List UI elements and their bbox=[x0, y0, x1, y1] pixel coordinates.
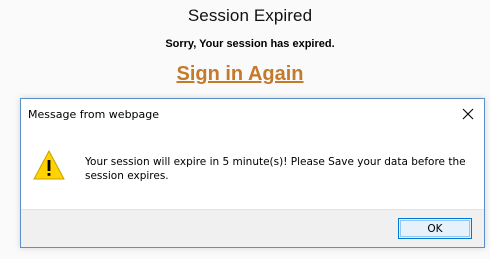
dialog-title: Message from webpage bbox=[28, 108, 160, 121]
dialog-footer: OK bbox=[21, 209, 484, 247]
warning-icon bbox=[33, 150, 65, 180]
message-dialog: Message from webpage Your session will e… bbox=[20, 98, 485, 248]
dialog-body: Your session will expire in 5 minute(s)!… bbox=[21, 129, 484, 211]
dialog-message: Your session will expire in 5 minute(s)!… bbox=[85, 156, 466, 182]
close-icon bbox=[462, 108, 474, 120]
sign-in-again-label: Sign in Again bbox=[176, 63, 304, 85]
sign-in-again-link[interactable]: Sign in Again bbox=[0, 63, 480, 86]
ok-button[interactable]: OK bbox=[398, 218, 472, 239]
close-button[interactable] bbox=[456, 103, 480, 125]
ok-button-label: OK bbox=[427, 222, 443, 235]
page-title: Session Expired bbox=[187, 6, 313, 25]
dialog-titlebar[interactable]: Message from webpage bbox=[21, 99, 484, 129]
expired-message: Sorry, Your session has expired. bbox=[165, 38, 335, 50]
